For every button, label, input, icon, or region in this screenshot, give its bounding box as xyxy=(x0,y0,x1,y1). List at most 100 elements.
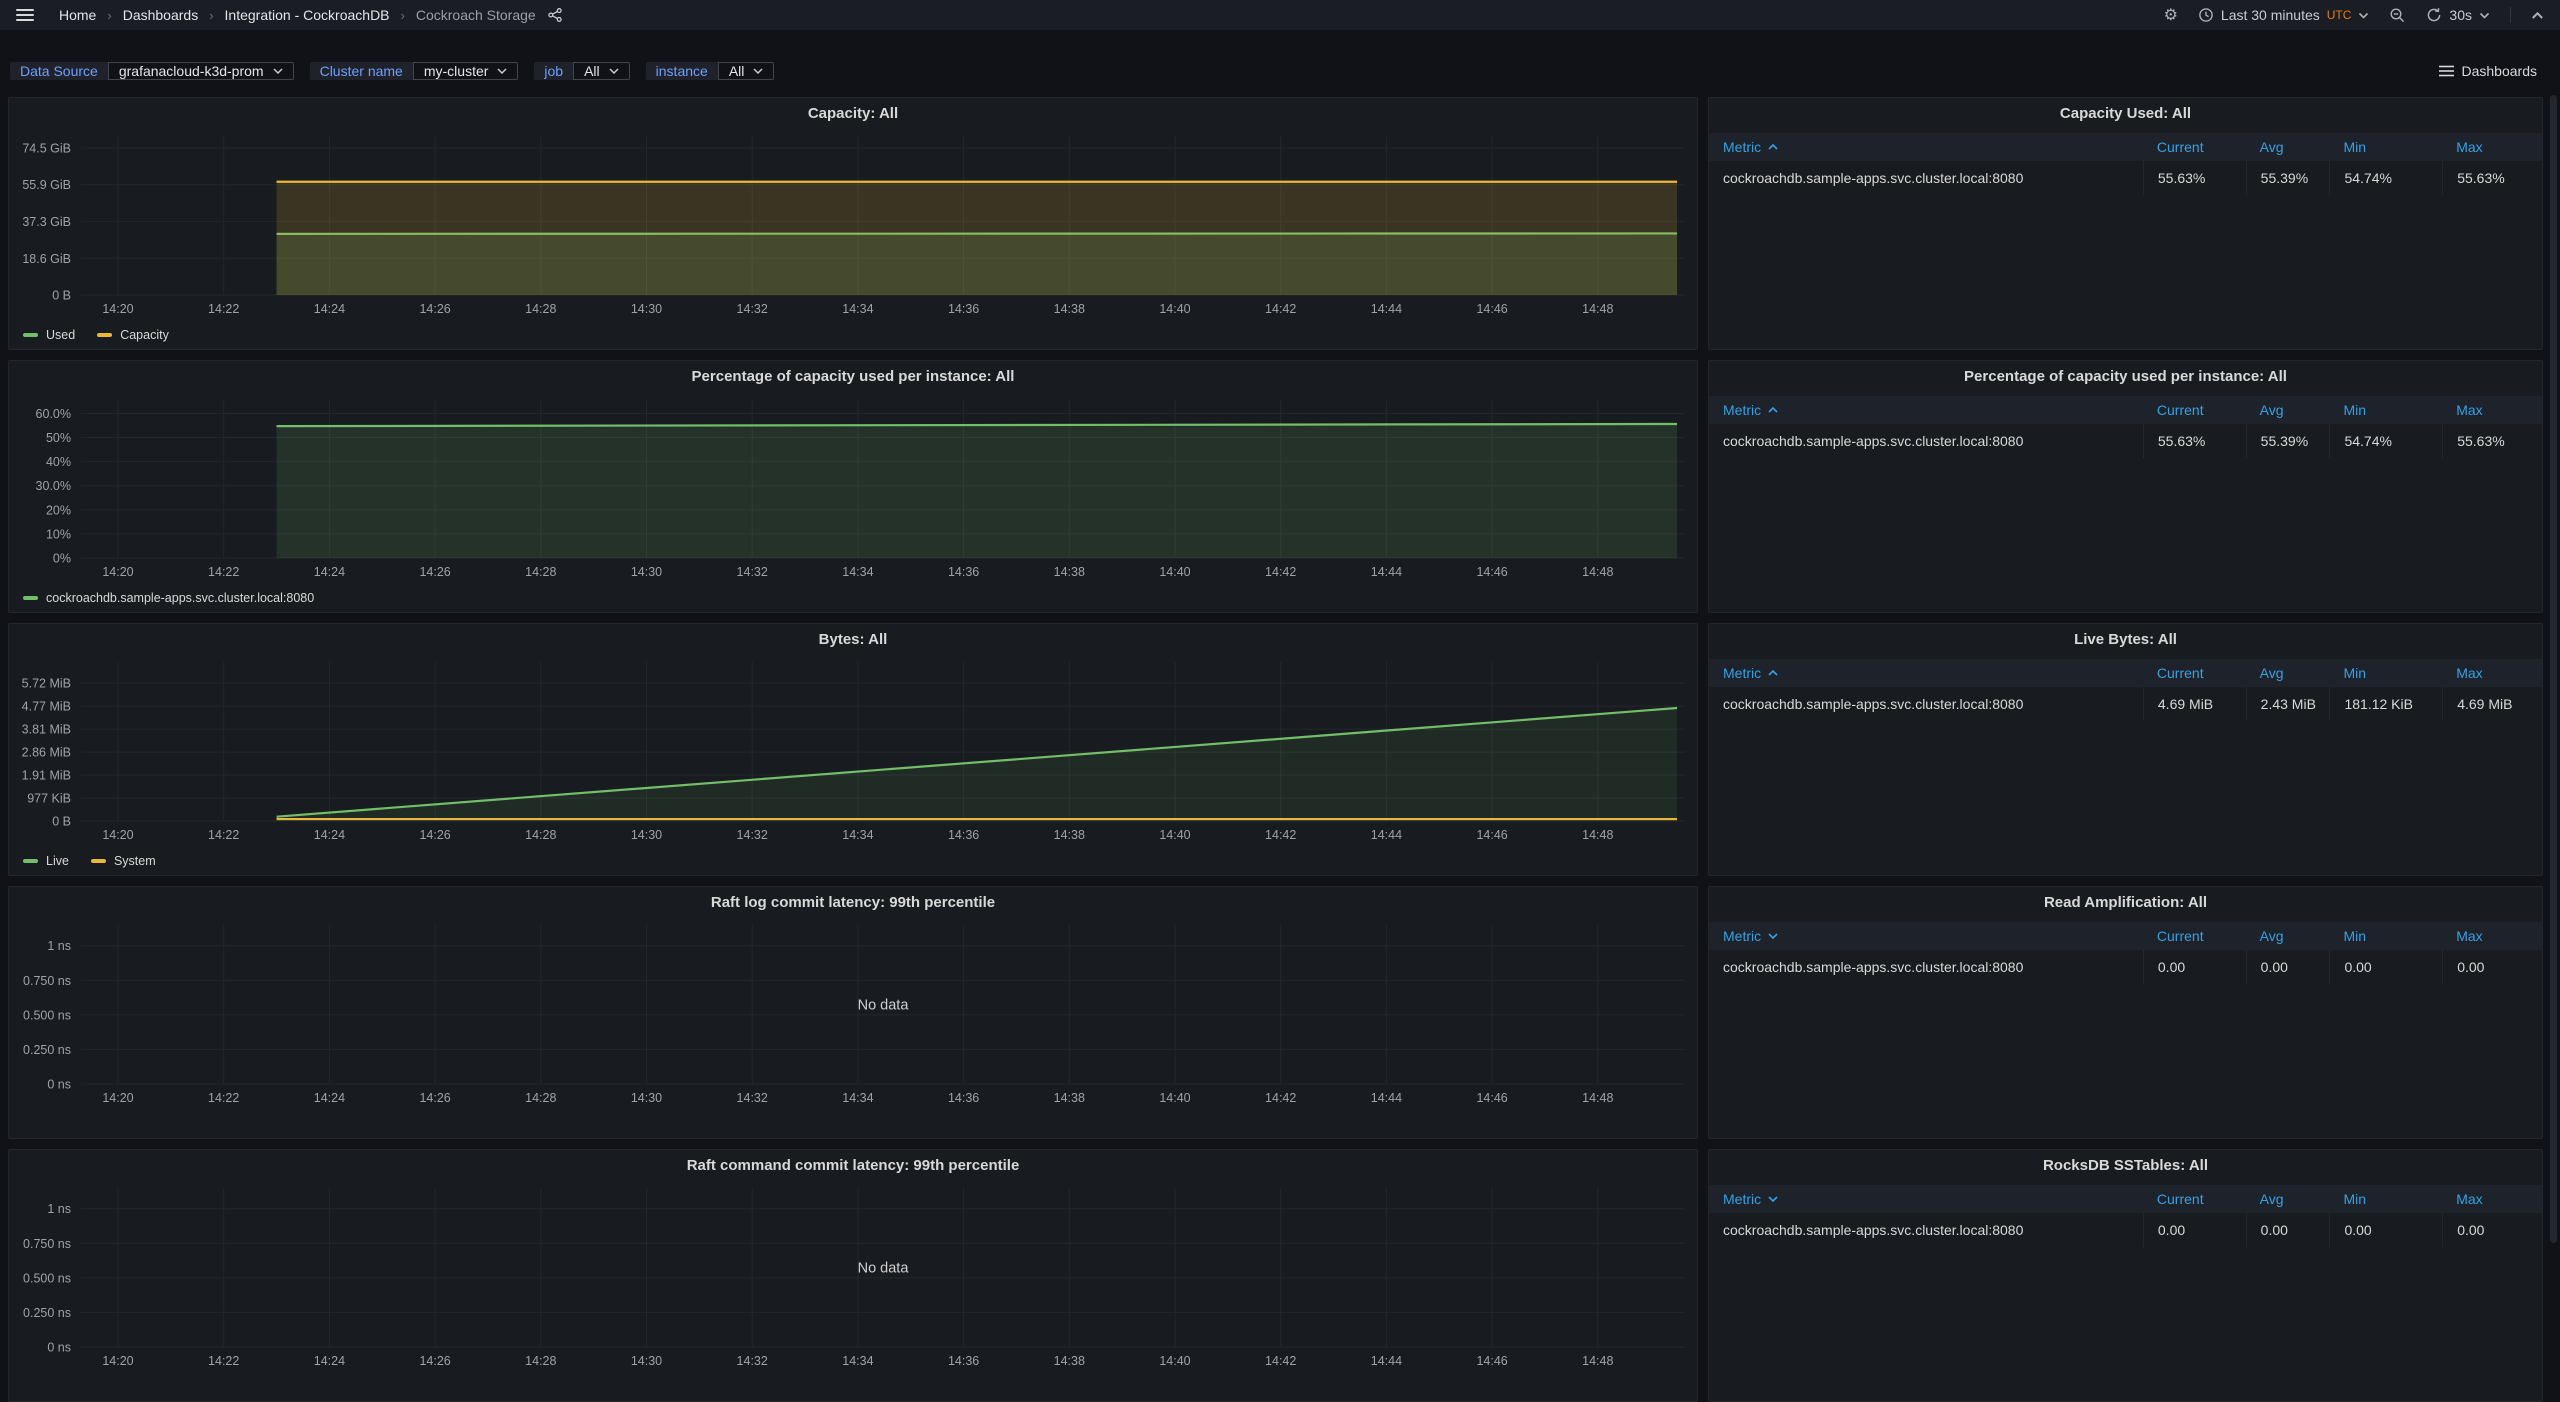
metric-cell: cockroachdb.sample-apps.svc.cluster.loca… xyxy=(1709,161,2143,195)
breadcrumb-home[interactable]: Home xyxy=(59,7,96,23)
svg-text:14:22: 14:22 xyxy=(208,828,239,842)
value-cell: 181.12 KiB xyxy=(2329,687,2442,721)
svg-text:0.250 ns: 0.250 ns xyxy=(23,1043,71,1057)
column-header-max[interactable]: Max xyxy=(2442,659,2542,687)
legend-series-label: cockroachdb.sample-apps.svc.cluster.loca… xyxy=(46,591,314,605)
column-header-max[interactable]: Max xyxy=(2442,1185,2542,1213)
table-panel-rocksdb-sstables-all: RocksDB SSTables: All MetricCurrentAvgMin… xyxy=(1708,1149,2543,1402)
svg-text:14:28: 14:28 xyxy=(525,1091,556,1105)
svg-text:14:42: 14:42 xyxy=(1265,302,1296,316)
value-cell: 4.69 MiB xyxy=(2143,687,2246,721)
value-cell: 55.63% xyxy=(2442,424,2542,458)
dashboard-settings-gear-icon[interactable]: ⚙ xyxy=(2164,5,2178,25)
svg-text:14:20: 14:20 xyxy=(102,302,133,316)
time-series-chart[interactable]: 0 B18.6 GiB37.3 GiB55.9 GiB74.5 GiB14:20… xyxy=(9,98,1697,349)
svg-text:14:48: 14:48 xyxy=(1582,302,1613,316)
panel-title[interactable]: Percentage of capacity used per instance… xyxy=(1709,361,2542,391)
column-header-min[interactable]: Min xyxy=(2329,396,2442,424)
dashboards-list-button[interactable]: Dashboards xyxy=(2433,59,2544,83)
nav-divider xyxy=(2510,7,2511,23)
value-cell: 0.00 xyxy=(2246,1213,2330,1247)
variable-value-dropdown[interactable]: All xyxy=(573,62,630,80)
svg-text:14:20: 14:20 xyxy=(102,828,133,842)
svg-text:14:24: 14:24 xyxy=(314,565,345,579)
breadcrumb-dashboards[interactable]: Dashboards xyxy=(123,7,199,23)
svg-text:50%: 50% xyxy=(46,431,71,445)
variable-value-dropdown[interactable]: my-cluster xyxy=(413,62,519,80)
legend-series-swatch xyxy=(23,859,38,863)
time-range-picker[interactable]: Last 30 minutes UTC xyxy=(2198,7,2370,23)
column-header-current[interactable]: Current xyxy=(2143,133,2246,161)
legend-series-swatch xyxy=(91,859,106,863)
value-cell: 0.00 xyxy=(2143,1213,2246,1247)
column-header-max[interactable]: Max xyxy=(2442,922,2542,950)
legend-series-swatch xyxy=(23,333,38,337)
column-header-min[interactable]: Min xyxy=(2329,659,2442,687)
refresh-interval-label: 30s xyxy=(2449,7,2472,23)
panel-title[interactable]: Capacity Used: All xyxy=(1709,98,2542,128)
refresh-icon[interactable] xyxy=(2426,7,2442,23)
time-series-chart[interactable]: 0 ns0.250 ns0.500 ns0.750 ns1 ns14:2014:… xyxy=(9,1150,1697,1401)
column-header-metric[interactable]: Metric xyxy=(1709,133,2143,161)
variable-label: job xyxy=(534,62,573,80)
column-header-avg[interactable]: Avg xyxy=(2246,659,2330,687)
legend-item[interactable]: System xyxy=(91,854,156,868)
table-panel-read-amplification-all: Read Amplification: AllMetricCurrentAvgM… xyxy=(1708,886,2543,1139)
column-header-current[interactable]: Current xyxy=(2143,922,2246,950)
chevron-down-icon xyxy=(2358,12,2369,19)
legend-item[interactable]: Used xyxy=(23,328,75,342)
column-header-avg[interactable]: Avg xyxy=(2246,922,2330,950)
share-icon[interactable] xyxy=(547,7,563,23)
column-header-current[interactable]: Current xyxy=(2143,1185,2246,1213)
svg-text:14:44: 14:44 xyxy=(1371,1354,1402,1368)
variable-value-dropdown[interactable]: All xyxy=(718,62,775,80)
column-header-max[interactable]: Max xyxy=(2442,396,2542,424)
zoom-out-time-icon[interactable] xyxy=(2389,7,2406,24)
svg-text:14:36: 14:36 xyxy=(948,302,979,316)
value-cell: 0.00 xyxy=(2442,1213,2542,1247)
value-cell: 55.63% xyxy=(2442,161,2542,195)
chevron-down-icon[interactable] xyxy=(2479,12,2490,19)
column-header-avg[interactable]: Avg xyxy=(2246,396,2330,424)
panel-title[interactable]: Live Bytes: All xyxy=(1709,624,2542,654)
svg-text:14:36: 14:36 xyxy=(948,565,979,579)
legend-item[interactable]: cockroachdb.sample-apps.svc.cluster.loca… xyxy=(23,591,314,605)
collapse-chevron-up-icon[interactable] xyxy=(2531,11,2544,20)
column-header-metric[interactable]: Metric xyxy=(1709,659,2143,687)
legend-item[interactable]: Live xyxy=(23,854,69,868)
variable-value-dropdown[interactable]: grafanacloud-k3d-prom xyxy=(108,62,294,80)
time-series-chart[interactable]: 0 ns0.250 ns0.500 ns0.750 ns1 ns14:2014:… xyxy=(9,887,1697,1138)
variable-data-source: Data Source grafanacloud-k3d-prom xyxy=(10,62,294,80)
page-scrollbar[interactable] xyxy=(2550,95,2557,1243)
time-series-chart[interactable]: 0%10%20%30.0%40%50%60.0%14:2014:2214:241… xyxy=(9,361,1697,612)
legend-item[interactable]: Capacity xyxy=(97,328,169,342)
value-cell: 54.74% xyxy=(2329,424,2442,458)
panel-title[interactable]: Read Amplification: All xyxy=(1709,887,2542,917)
menu-toggle-icon[interactable] xyxy=(16,9,34,21)
breadcrumb-folder[interactable]: Integration - CockroachDB xyxy=(225,7,390,23)
svg-text:14:38: 14:38 xyxy=(1054,1091,1085,1105)
svg-text:1.91 MiB: 1.91 MiB xyxy=(22,769,71,783)
column-header-current[interactable]: Current xyxy=(2143,396,2246,424)
column-header-min[interactable]: Min xyxy=(2329,1185,2442,1213)
column-header-metric[interactable]: Metric xyxy=(1709,922,2143,950)
svg-text:14:46: 14:46 xyxy=(1476,828,1507,842)
list-icon xyxy=(2439,65,2454,77)
column-header-min[interactable]: Min xyxy=(2329,133,2442,161)
svg-text:14:26: 14:26 xyxy=(419,565,450,579)
column-header-metric[interactable]: Metric xyxy=(1709,1185,2143,1213)
column-header-avg[interactable]: Avg xyxy=(2246,1185,2330,1213)
column-header-metric[interactable]: Metric xyxy=(1709,396,2143,424)
svg-text:14:24: 14:24 xyxy=(314,1091,345,1105)
breadcrumb-separator: › xyxy=(401,8,405,23)
column-header-max[interactable]: Max xyxy=(2442,133,2542,161)
svg-text:0.500 ns: 0.500 ns xyxy=(23,1008,71,1022)
svg-text:3.81 MiB: 3.81 MiB xyxy=(22,723,71,737)
column-header-avg[interactable]: Avg xyxy=(2246,133,2330,161)
column-header-current[interactable]: Current xyxy=(2143,659,2246,687)
panel-title[interactable]: RocksDB SSTables: All xyxy=(1709,1150,2542,1180)
column-header-min[interactable]: Min xyxy=(2329,922,2442,950)
refresh-picker[interactable]: 30s xyxy=(2426,7,2490,23)
panel-grid: Capacity: All0 B18.6 GiB37.3 GiB55.9 GiB… xyxy=(8,97,2543,1402)
time-series-chart[interactable]: 0 B977 KiB1.91 MiB2.86 MiB3.81 MiB4.77 M… xyxy=(9,624,1697,875)
